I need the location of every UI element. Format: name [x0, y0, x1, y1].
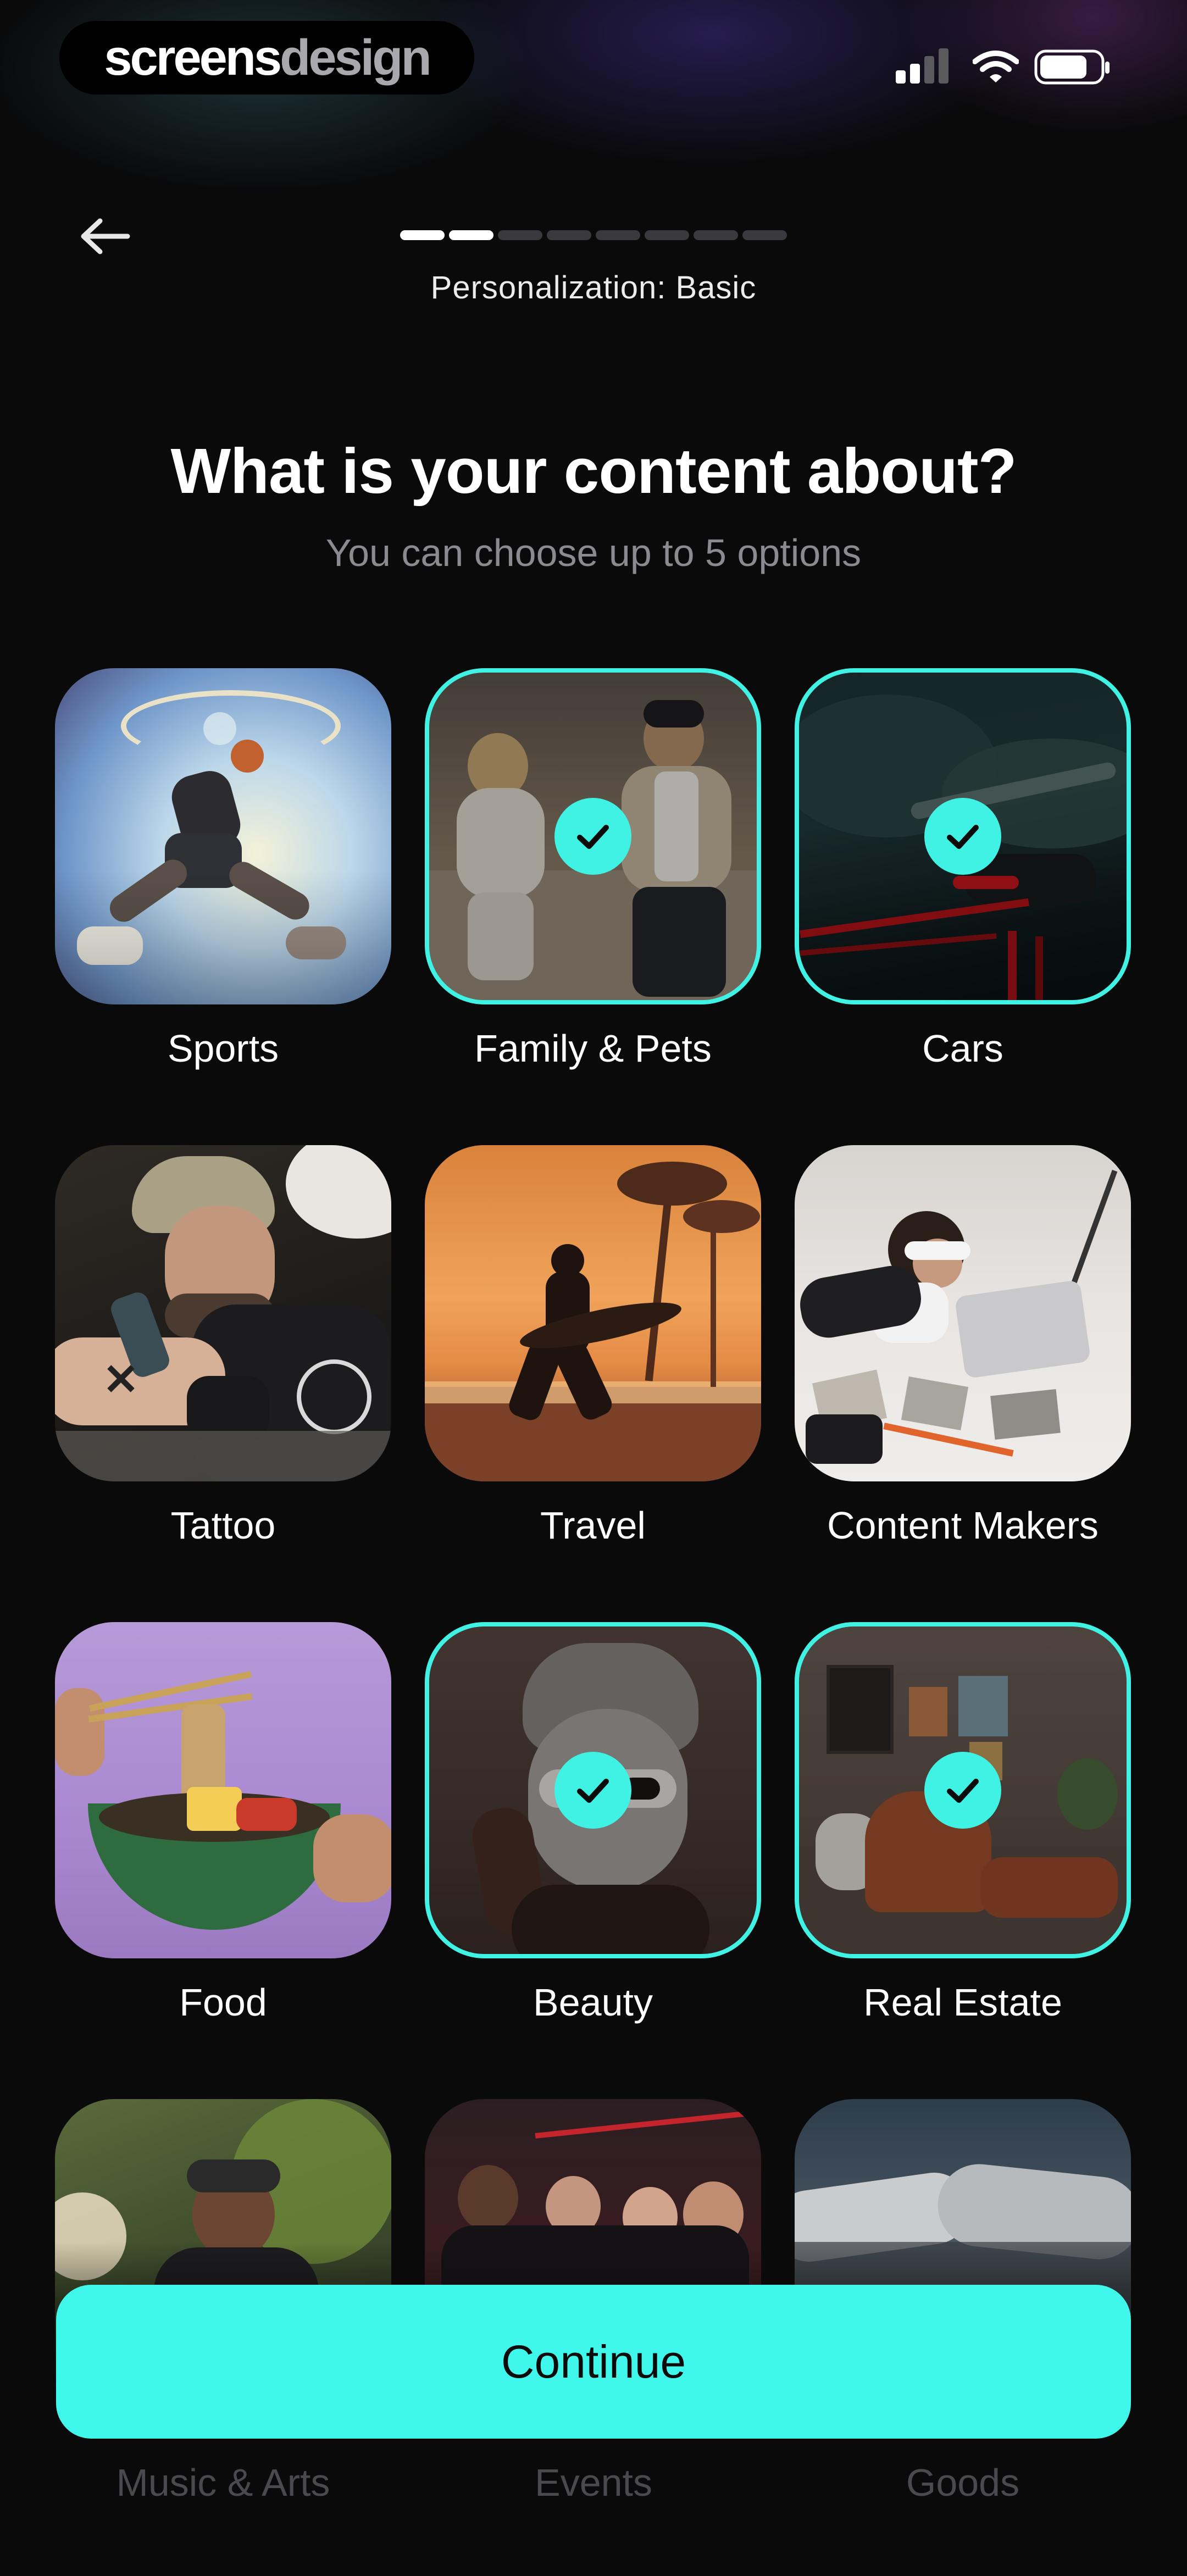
option-label-events: Events [535, 2461, 652, 2504]
option-image-travel[interactable] [425, 1145, 761, 1481]
progress-segment [596, 230, 640, 240]
option-label-food: Food [179, 1981, 267, 2024]
option-beauty[interactable]: Beauty [425, 1622, 761, 2099]
option-sports[interactable]: Sports [55, 668, 391, 1145]
option-label-sports: Sports [167, 1027, 279, 1070]
progress-segment [742, 230, 787, 240]
option-food[interactable]: Food [55, 1622, 391, 2099]
option-image-tattoo[interactable] [55, 1145, 391, 1481]
step-label: Personalization: Basic [430, 270, 757, 306]
option-real-estate[interactable]: Real Estate [795, 1622, 1131, 2099]
option-image-beauty[interactable] [425, 1622, 761, 1958]
option-label-music-arts: Music & Arts [116, 2461, 330, 2504]
option-label-tattoo: Tattoo [170, 1504, 276, 1547]
option-image-real-estate[interactable] [795, 1622, 1131, 1958]
option-image-cars[interactable] [795, 668, 1131, 1004]
selected-check-icon [924, 1752, 1001, 1829]
selected-check-icon [924, 798, 1001, 875]
brand-logo-secondary: design [280, 29, 431, 86]
page-title: What is your content about? [170, 435, 1017, 507]
option-label-cars: Cars [922, 1027, 1003, 1070]
option-label-beauty: Beauty [533, 1981, 653, 2024]
back-button[interactable] [71, 209, 137, 264]
step-progress-bar [400, 230, 787, 240]
option-travel[interactable]: Travel [425, 1145, 761, 1622]
progress-segment [645, 230, 689, 240]
option-cars[interactable]: Cars [795, 668, 1131, 1145]
progress-segment [498, 230, 542, 240]
option-label-family-pets: Family & Pets [474, 1027, 712, 1070]
selected-check-icon [554, 798, 631, 875]
arrow-left-icon [81, 218, 130, 254]
option-image-food[interactable] [55, 1622, 391, 1958]
option-label-goods: Goods [906, 2461, 1020, 2504]
status-icons [896, 48, 1116, 87]
continue-button[interactable]: Continue [56, 2285, 1131, 2439]
selected-check-icon [554, 1752, 631, 1829]
progress-segment [449, 230, 493, 240]
option-content-makers[interactable]: Content Makers [795, 1145, 1131, 1622]
wifi-icon [973, 51, 1019, 82]
brand-logo-primary: screens [104, 29, 282, 86]
battery-icon [1034, 49, 1110, 85]
option-image-family-pets[interactable] [425, 668, 761, 1004]
option-image-content-makers[interactable] [795, 1145, 1131, 1481]
progress-segment [400, 230, 445, 240]
option-label-travel: Travel [540, 1504, 646, 1547]
option-label-real-estate: Real Estate [863, 1981, 1062, 2024]
option-tattoo[interactable]: Tattoo [55, 1145, 391, 1622]
option-family-pets[interactable]: Family & Pets [425, 668, 761, 1145]
option-image-sports[interactable] [55, 668, 391, 1004]
brand-logo: screens design [59, 21, 474, 95]
option-label-content-makers: Content Makers [827, 1504, 1099, 1547]
progress-segment [694, 230, 738, 240]
progress-segment [547, 230, 591, 240]
page-subtitle: You can choose up to 5 options [325, 531, 862, 574]
cellular-signal-icon [896, 48, 949, 84]
